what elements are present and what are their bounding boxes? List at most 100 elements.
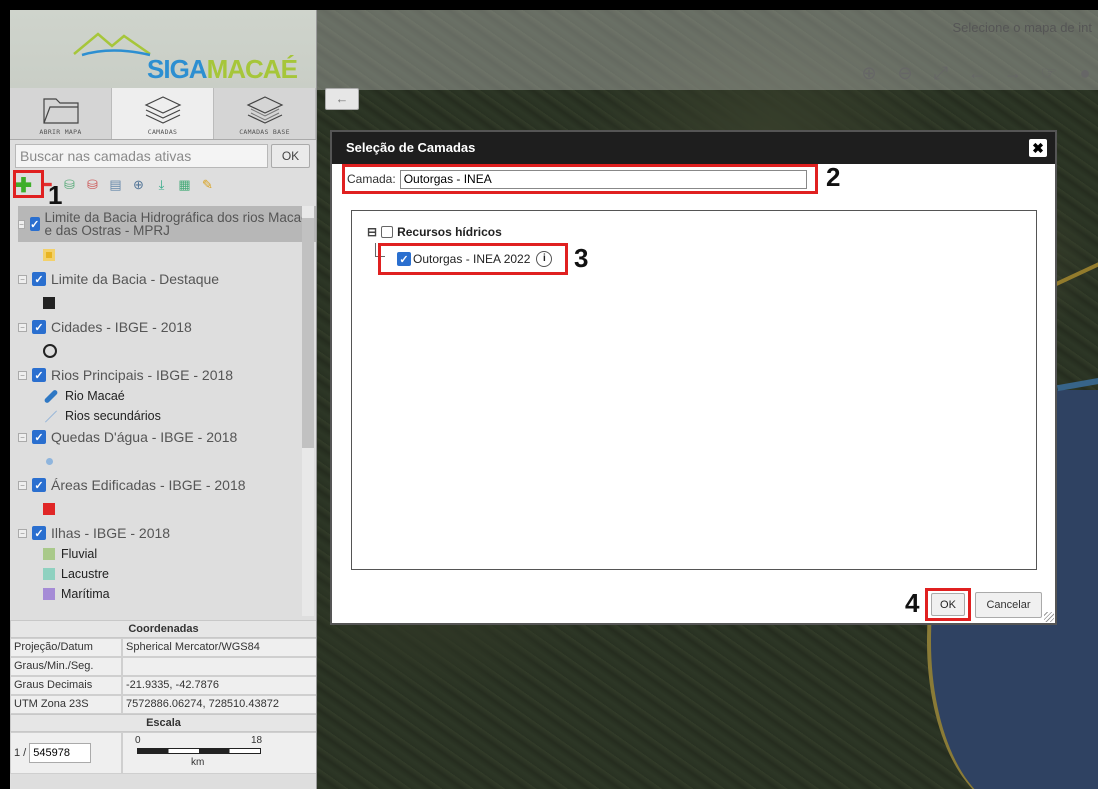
layer-header[interactable]: − ✓ Rios Principais - IBGE - 2018 xyxy=(18,364,316,386)
resize-handle[interactable] xyxy=(1044,612,1054,622)
identify-icon[interactable]: ☞ xyxy=(1036,60,1062,86)
back-button[interactable]: ← xyxy=(325,88,359,110)
layer-item: − ✓ Ilhas - IBGE - 2018 Fluvial Lacustre Marí… xyxy=(10,522,316,604)
base-layers-icon xyxy=(246,96,283,124)
map-hint-text: Selecione o mapa de int xyxy=(952,20,1092,35)
scale-input[interactable] xyxy=(29,743,92,763)
edit-icon[interactable]: ✎ xyxy=(199,177,216,194)
collapse-icon[interactable]: − xyxy=(18,528,27,538)
document-icon[interactable]: ▤ xyxy=(107,177,124,194)
legend-square-icon xyxy=(43,568,55,580)
layer-checkbox[interactable]: ✓ xyxy=(32,526,46,540)
scale-bar-min: 0 xyxy=(135,735,141,746)
load-icon[interactable]: ⛁ xyxy=(61,177,78,194)
layer-name: Rios Principais - IBGE - 2018 xyxy=(51,367,234,383)
legend-square-outline-icon xyxy=(43,249,55,261)
map-tools: ⊕ ⊖ ⤢ ← → ☞ ● xyxy=(856,60,1098,86)
save-icon[interactable]: ⛁ xyxy=(84,177,101,194)
layer-checkbox[interactable]: ✓ xyxy=(32,368,46,382)
scale-prefix: 1 / xyxy=(14,747,27,759)
layers-icon xyxy=(144,96,181,124)
scale-row: 1 / 0 18 km xyxy=(10,732,316,774)
cancel-button[interactable]: Cancelar xyxy=(975,592,1042,618)
legend-label: Fluvial xyxy=(61,547,98,561)
collapse-icon[interactable]: − xyxy=(18,370,27,380)
legend-square-icon xyxy=(43,503,55,515)
tab-layers[interactable]: CAMADAS xyxy=(112,88,214,139)
info-icon[interactable]: i xyxy=(536,251,553,267)
collapse-icon[interactable]: − xyxy=(18,219,25,229)
tree-expander-icon[interactable]: ⊟ xyxy=(367,225,377,239)
layer-header[interactable]: − ✓ Limite da Bacia Hidrográfica dos rios … xyxy=(18,206,316,242)
highlight-box-3: ✓ Outorgas - INEA 2022 i xyxy=(378,243,568,275)
layer-tree: ⊟ Recursos hídricos ✓ Outorgas - INEA 20… xyxy=(351,210,1037,570)
collapse-icon[interactable]: − xyxy=(18,322,27,332)
collapse-icon[interactable]: − xyxy=(18,480,27,490)
layer-item: − ✓ Limite da Bacia Hidrográfica dos rios … xyxy=(10,206,316,268)
tree-node-recursos-hidricos[interactable]: ⊟ Recursos hídricos xyxy=(367,225,502,239)
tree-child-label[interactable]: Outorgas - INEA 2022 xyxy=(413,252,530,266)
arrow-right-icon[interactable]: → xyxy=(1000,60,1026,86)
download-icon[interactable]: ⤓ xyxy=(153,177,170,194)
tree-root-checkbox[interactable] xyxy=(381,226,394,238)
layer-checkbox[interactable]: ✓ xyxy=(32,320,46,334)
tab-base-layers[interactable]: CAMADAS BASE xyxy=(214,88,316,139)
layer-header[interactable]: − ✓ Cidades - IBGE - 2018 xyxy=(18,316,316,338)
collapse-icon[interactable]: − xyxy=(18,432,27,442)
zoom-layer-icon[interactable]: ⊕ xyxy=(130,177,147,194)
tree-child-checkbox[interactable]: ✓ xyxy=(397,252,411,266)
legend-label: Rios secundários xyxy=(65,409,161,423)
zoom-in-icon[interactable]: ⊕ xyxy=(856,60,882,86)
camada-label: Camada: xyxy=(347,172,396,186)
layer-checkbox[interactable]: ✓ xyxy=(32,272,46,286)
logo: SIGAMACAÉ xyxy=(10,10,316,88)
highlight-box-4: OK xyxy=(925,588,971,621)
scale-title: Escala xyxy=(10,714,316,732)
info-icon[interactable]: ● xyxy=(1072,60,1098,86)
layer-header[interactable]: − ✓ Ilhas - IBGE - 2018 xyxy=(18,522,316,544)
layer-name: Quedas D'água - IBGE - 2018 xyxy=(51,429,238,445)
layer-name: Cidades - IBGE - 2018 xyxy=(51,319,192,335)
zoom-out-icon[interactable]: ⊖ xyxy=(892,60,918,86)
tree-root-label: Recursos hídricos xyxy=(397,225,502,239)
layer-name: Áreas Edificadas - IBGE - 2018 xyxy=(51,477,246,493)
legend-square-icon xyxy=(43,588,55,600)
table-icon[interactable]: ▦ xyxy=(176,177,193,194)
map-top-bar: Selecione o mapa de int ⊕ ⊖ ⤢ ← → ☞ ● xyxy=(317,10,1098,90)
highlight-box-1 xyxy=(13,170,44,198)
layer-checkbox[interactable]: ✓ xyxy=(29,217,40,231)
layer-list: − ✓ Limite da Bacia Hidrográfica dos rios … xyxy=(10,206,316,616)
layer-header[interactable]: − ✓ Áreas Edificadas - IBGE - 2018 xyxy=(18,474,316,496)
coords-row: Graus Decimais -21.9335, -42.7876 xyxy=(10,676,316,695)
layer-checkbox[interactable]: ✓ xyxy=(32,478,46,492)
layer-name: Ilhas - IBGE - 2018 xyxy=(51,525,171,541)
dialog-title: Seleção de Camadas xyxy=(346,140,476,155)
legend-item: Fluvial xyxy=(18,544,316,564)
search-ok-button[interactable]: OK xyxy=(271,144,310,168)
scrollbar-thumb[interactable] xyxy=(302,218,314,448)
search-input[interactable] xyxy=(15,144,268,168)
layer-header[interactable]: − ✓ Quedas D'água - IBGE - 2018 xyxy=(18,426,316,448)
camada-input[interactable] xyxy=(399,169,807,189)
layer-header[interactable]: − ✓ Limite da Bacia - Destaque xyxy=(18,268,316,290)
layer-name: Limite da Bacia Hidrográfica dos rios Ma… xyxy=(44,210,309,238)
dialog-header: Seleção de Camadas ✖ xyxy=(332,132,1055,164)
legend-label: Rio Macaé xyxy=(65,389,125,403)
layer-search: OK xyxy=(10,140,316,170)
legend-item xyxy=(18,496,316,522)
zoom-extent-icon[interactable]: ⤢ xyxy=(928,60,954,86)
ok-button[interactable]: OK xyxy=(931,593,965,616)
tab-open-map[interactable]: ABRIR MAPA xyxy=(10,88,112,139)
layer-list-scrollbar[interactable] xyxy=(302,206,314,616)
coords-row: UTM Zona 23S 7572886.06274, 728510.43872 xyxy=(10,695,316,714)
legend-label: Marítima xyxy=(61,587,110,601)
logo-text: SIGAMACAÉ xyxy=(147,54,298,84)
layer-item: − ✓ Rios Principais - IBGE - 2018 Rio Macaé… xyxy=(10,364,316,426)
highlight-box-2: Camada: xyxy=(342,164,818,194)
arrow-left-icon[interactable]: ← xyxy=(964,60,990,86)
close-icon[interactable]: ✖ xyxy=(1029,139,1047,157)
collapse-icon[interactable]: − xyxy=(18,274,27,284)
logo-mountains-icon xyxy=(73,32,151,57)
layer-checkbox[interactable]: ✓ xyxy=(32,430,46,444)
layer-toolbar: ✚ ━ ⛁ ⛁ ▤ ⊕ ⤓ ▦ ✎ 1 xyxy=(10,170,316,210)
